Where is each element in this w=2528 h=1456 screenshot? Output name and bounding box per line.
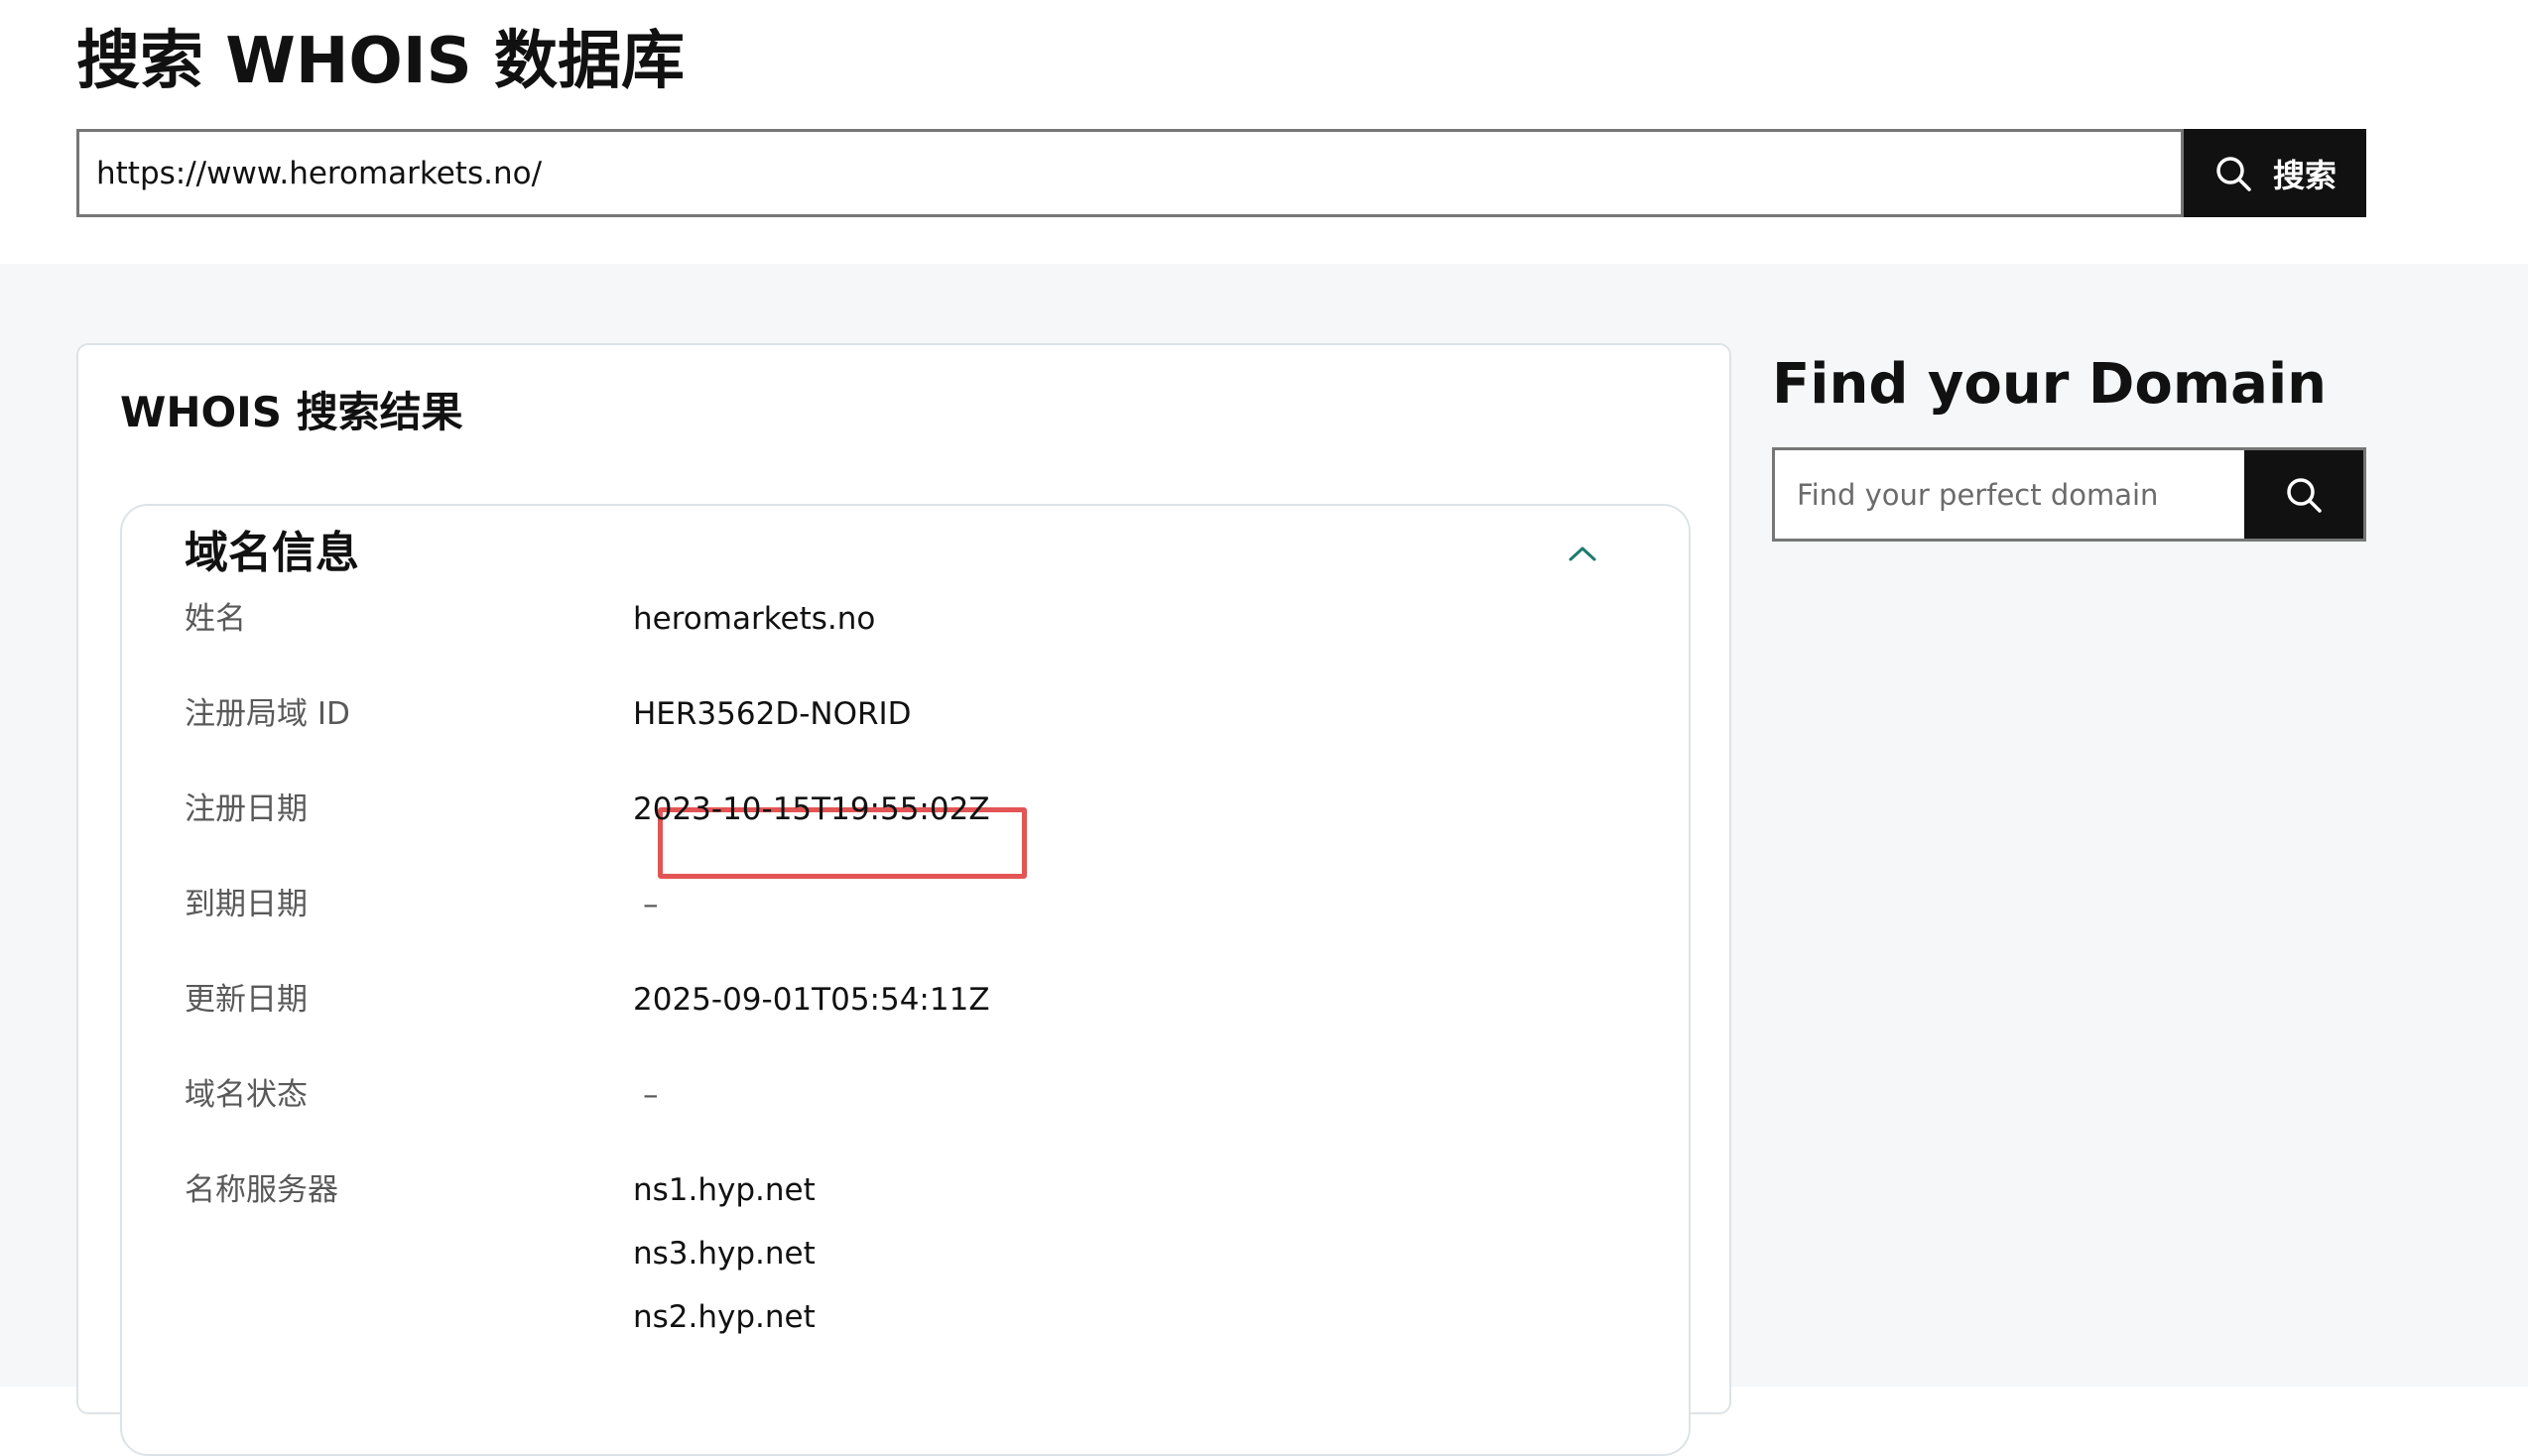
row-label-registry-id: 注册局域 ID [185,696,350,732]
page-header: 搜索 WHOIS 数据库 搜索 [0,0,2528,264]
find-domain-input[interactable] [1772,447,2244,542]
domain-info-panel: 域名信息 姓名 heromarkets.no 注册局域 ID HER3562D-… [120,504,1691,1456]
find-domain-search-button[interactable] [2244,447,2366,542]
whois-search-bar: 搜索 [76,129,2366,217]
find-domain-title: Find your Domain [1772,352,2328,417]
whois-search-input[interactable] [76,129,2184,217]
row-value-name: heromarkets.no [633,601,876,637]
chevron-up-icon[interactable] [1563,534,1602,573]
search-icon [2284,475,2324,515]
whois-search-button[interactable]: 搜索 [2184,129,2366,217]
row-label-expiration-date: 到期日期 [185,887,308,922]
row-label-name-servers: 名称服务器 [185,1172,338,1208]
row-label-domain-status: 域名状态 [185,1077,308,1113]
page-title: 搜索 WHOIS 数据库 [76,25,686,98]
row-label-updated-date: 更新日期 [185,982,308,1018]
row-label-registration-date: 注册日期 [185,791,308,827]
row-value-registry-id: HER3562D-NORID [633,696,912,732]
search-icon [2213,154,2253,193]
row-value-registration-date: 2023-10-15T19:55:02Z [633,791,990,827]
row-value-updated-date: 2025-09-01T05:54:11Z [633,982,990,1018]
row-value-name-server-3: ns2.hyp.net [633,1299,816,1335]
domain-info-title: 域名信息 [185,528,359,578]
find-domain-search [1772,447,2366,542]
row-value-expiration-date: – [643,887,659,922]
whois-results-card: WHOIS 搜索结果 域名信息 姓名 heromarkets.no 注册局域 I… [76,343,1731,1456]
row-label-name: 姓名 [185,601,246,637]
row-value-domain-status: – [643,1077,659,1113]
search-button-label: 搜索 [2272,156,2337,194]
row-value-name-server-2: ns3.hyp.net [633,1236,816,1272]
row-value-name-server-1: ns1.hyp.net [633,1172,816,1208]
results-title: WHOIS 搜索结果 [120,388,463,436]
